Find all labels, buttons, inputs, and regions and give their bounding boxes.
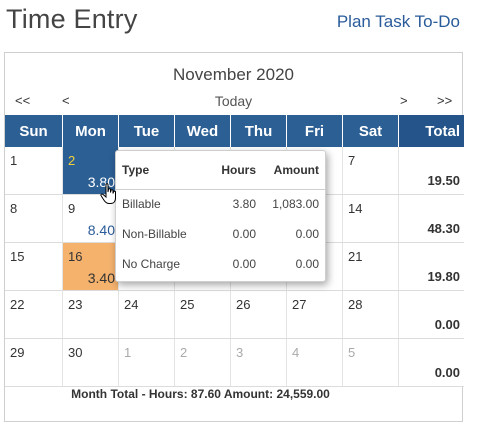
calendar-day-cell[interactable]: 16 3.40: [63, 243, 119, 290]
day-number: 30: [68, 345, 83, 360]
day-number: 2: [68, 153, 76, 168]
month-total: Month Total - Hours: 87.60 Amount: 24,55…: [71, 387, 330, 401]
popup-cell-type: Non-Billable: [122, 227, 187, 241]
day-number: 8: [10, 201, 18, 216]
calendar-day-cell[interactable]: 21: [343, 243, 399, 290]
day-hours: 8.40: [87, 222, 115, 238]
calendar-week-row: 22 23 24 25 26 27 28 0.00: [5, 291, 464, 339]
calendar-day-cell[interactable]: 22: [5, 291, 63, 338]
day-number: 22: [10, 297, 25, 312]
week-total-value: 0.00: [434, 317, 460, 332]
column-header-sat: Sat: [343, 115, 399, 147]
today-nav: Today: [5, 93, 462, 109]
calendar-day-cell[interactable]: 30: [63, 339, 119, 386]
prev-month-button[interactable]: <: [62, 93, 70, 108]
calendar-day-cell[interactable]: 2: [175, 339, 231, 386]
calendar-day-cell[interactable]: 29: [5, 339, 63, 386]
day-number: 15: [10, 249, 25, 264]
week-total-cell: 19.80: [399, 243, 464, 290]
day-number: 1: [10, 153, 18, 168]
column-header-tue: Tue: [119, 115, 175, 147]
popup-cell-hours: 3.80: [232, 197, 256, 212]
popup-header-type: Type: [116, 151, 200, 190]
day-number: 27: [292, 297, 307, 312]
column-header-mon: Mon: [63, 115, 119, 147]
prev-year-button[interactable]: <<: [15, 93, 30, 108]
calendar-day-cell[interactable]: 25: [175, 291, 231, 338]
day-detail-table: Type Hours Amount Billable 3.80 1,083.00 No…: [116, 151, 325, 279]
day-number: 21: [348, 249, 363, 264]
calendar-day-cell[interactable]: 28: [343, 291, 399, 338]
popup-cell-amount: 0.00: [295, 227, 319, 241]
day-detail-popup: Type Hours Amount Billable 3.80 1,083.00 No…: [115, 150, 326, 282]
today-button[interactable]: Today: [215, 93, 252, 109]
day-number: 5: [348, 345, 356, 360]
day-number: 3: [236, 345, 244, 360]
plan-task-todo-link[interactable]: Plan Task To-Do: [337, 12, 460, 32]
day-number: 24: [124, 297, 139, 312]
day-number: 23: [68, 297, 83, 312]
column-header-total: Total: [399, 115, 464, 147]
calendar-header-row: Sun Mon Tue Wed Thu Fri Sat Total: [5, 115, 464, 147]
popup-header-hours: Hours: [200, 151, 256, 190]
calendar-day-cell[interactable]: 5: [343, 339, 399, 386]
calendar-day-cell[interactable]: 7: [343, 147, 399, 194]
day-number: 1: [124, 345, 132, 360]
month-label: November 2020: [173, 65, 294, 84]
day-number: 4: [292, 345, 300, 360]
popup-cell-amount: 0.00: [295, 257, 319, 271]
day-number: 9: [68, 201, 76, 216]
day-number: 16: [68, 249, 83, 264]
next-year-button[interactable]: >>: [437, 93, 452, 108]
week-total-value: 48.30: [427, 221, 460, 236]
popup-cell-hours: 0.00: [232, 257, 256, 271]
popup-cell-type: No Charge: [122, 257, 181, 271]
calendar-day-cell[interactable]: 26: [231, 291, 287, 338]
day-hours: 3.40: [87, 270, 115, 286]
next-month-button[interactable]: >: [400, 93, 408, 108]
calendar-day-cell[interactable]: 14: [343, 195, 399, 242]
hand-pointer-icon: [100, 183, 118, 210]
popup-cell-type: Billable: [122, 197, 161, 212]
week-total-value: 19.50: [427, 173, 460, 188]
popup-row: Billable 3.80 1,083.00: [116, 189, 325, 219]
column-header-sun: Sun: [5, 115, 63, 147]
popup-cell-amount: 1,083.00: [272, 197, 319, 212]
day-number: 25: [180, 297, 195, 312]
calendar-day-cell[interactable]: 24: [119, 291, 175, 338]
calendar-day-cell[interactable]: 27: [287, 291, 343, 338]
week-total-cell: 0.00: [399, 339, 464, 386]
calendar-day-cell[interactable]: 15: [5, 243, 63, 290]
week-total-cell: 48.30: [399, 195, 464, 242]
popup-header-amount: Amount: [256, 151, 325, 190]
page-title: Time Entry: [6, 4, 138, 34]
day-number: 29: [10, 345, 25, 360]
week-total-cell: 0.00: [399, 291, 464, 338]
popup-row: No Charge 0.00 0.00: [116, 249, 325, 279]
column-header-fri: Fri: [287, 115, 343, 147]
calendar-week-row: 29 30 1 2 3 4 5 0.00: [5, 339, 464, 387]
calendar-day-cell[interactable]: 23: [63, 291, 119, 338]
day-number: 7: [348, 153, 356, 168]
week-total-cell: 19.50: [399, 147, 464, 194]
column-header-wed: Wed: [175, 115, 231, 147]
week-total-value: 19.80: [427, 269, 460, 284]
popup-row: Non-Billable 0.00 0.00: [116, 219, 325, 249]
popup-cell-hours: 0.00: [232, 227, 256, 241]
calendar-day-cell[interactable]: 4: [287, 339, 343, 386]
day-number: 14: [348, 201, 363, 216]
day-number: 2: [180, 345, 188, 360]
calendar-day-cell[interactable]: 1: [119, 339, 175, 386]
calendar-day-cell[interactable]: 8: [5, 195, 63, 242]
week-total-value: 0.00: [434, 365, 460, 380]
day-number: 28: [348, 297, 363, 312]
calendar-day-cell[interactable]: 3: [231, 339, 287, 386]
calendar-day-cell[interactable]: 1: [5, 147, 63, 194]
day-number: 26: [236, 297, 251, 312]
column-header-thu: Thu: [231, 115, 287, 147]
